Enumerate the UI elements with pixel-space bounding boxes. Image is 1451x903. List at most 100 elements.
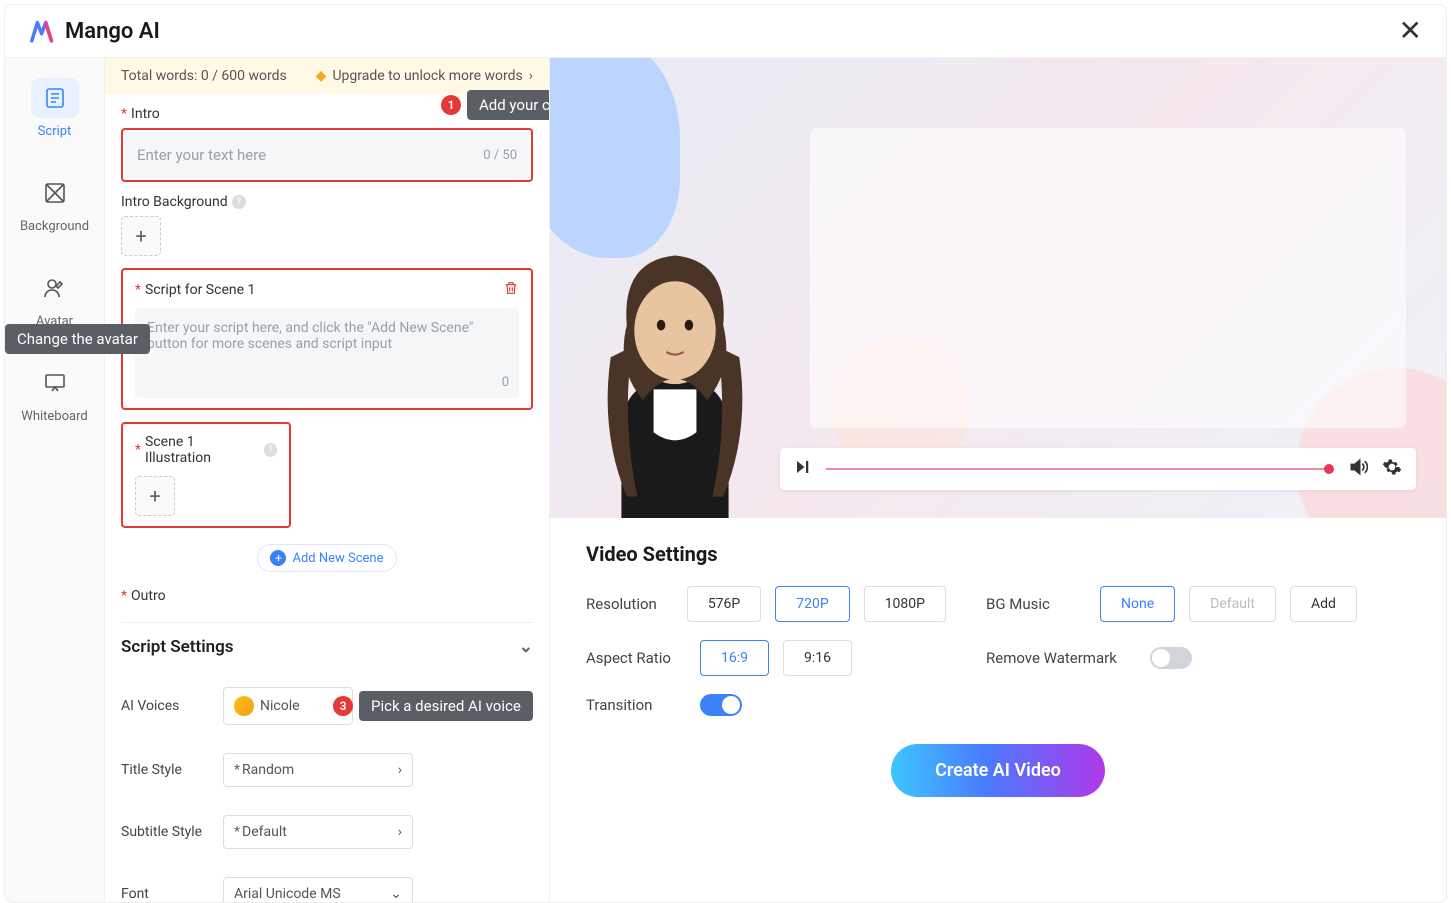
outro-label: *Outro [121, 588, 533, 604]
settings-icon[interactable] [1382, 457, 1402, 482]
annotation-label-1: Add your content [467, 90, 550, 120]
app-body: Script Background Avatar Whiteboard [5, 58, 1446, 902]
font-select[interactable]: Arial Unicode MS ⌄ [223, 877, 413, 902]
help-icon[interactable]: ? [264, 443, 277, 457]
app-header: Mango AI ✕ [5, 5, 1446, 58]
volume-icon[interactable] [1348, 457, 1368, 482]
script-settings-header[interactable]: Script Settings ⌄ [121, 622, 533, 667]
chevron-right-icon: › [529, 68, 533, 84]
subtitle-style-label: Subtitle Style [121, 824, 211, 840]
intro-char-count: 0 / 50 [483, 148, 517, 163]
outro-section: *Outro [121, 588, 533, 610]
intro-bg-section: Intro Background ? + [121, 194, 533, 256]
chevron-down-icon: ⌄ [390, 886, 402, 902]
avatar-figure [560, 218, 790, 518]
transition-toggle[interactable] [700, 694, 742, 716]
scene1-count: 0 [502, 375, 509, 390]
scene1-illustration-box: *Scene 1 Illustration ? + [121, 422, 291, 528]
total-words: Total words: 0 / 600 words [121, 68, 287, 84]
sidebar-label: Background [20, 219, 89, 234]
plus-circle-icon: + [270, 550, 286, 566]
add-intro-bg[interactable]: + [121, 216, 161, 256]
sidebar-label: Script [38, 124, 72, 139]
intro-input[interactable] [137, 146, 483, 164]
scene1-script-box: *Script for Scene 1 Enter your script he… [121, 268, 533, 410]
left-sidebar: Script Background Avatar Whiteboard [5, 58, 105, 902]
video-settings-title: Video Settings [586, 542, 1410, 566]
intro-bg-label: Intro Background ? [121, 194, 533, 210]
font-row: Font Arial Unicode MS ⌄ [121, 869, 533, 902]
upgrade-text: Upgrade to unlock more words [332, 68, 522, 84]
sidebar-item-whiteboard[interactable]: Whiteboard [5, 355, 104, 432]
annotation-1: 1 Add your content [441, 90, 550, 120]
subtitle-style-row: Subtitle Style *Default › [121, 807, 533, 857]
avatar-icon [43, 276, 67, 300]
add-new-scene-button[interactable]: + Add New Scene [257, 544, 396, 572]
resolution-576p[interactable]: 576P [687, 586, 761, 622]
logo-mark-icon [29, 17, 57, 45]
video-preview [550, 58, 1446, 518]
video-settings: Video Settings Resolution 576P 720P 1080… [550, 518, 1446, 821]
diamond-icon: ◆ [316, 68, 327, 84]
title-style-label: Title Style [121, 762, 211, 778]
close-button[interactable]: ✕ [1399, 17, 1422, 45]
font-label: Font [121, 886, 211, 902]
subtitle-style-select[interactable]: *Default › [223, 815, 413, 849]
annotation-3: 3 Pick a desired AI voice [333, 691, 533, 721]
preview-canvas [810, 128, 1406, 428]
script-icon [43, 86, 67, 110]
resolution-720p[interactable]: 720P [775, 586, 849, 622]
ai-voices-row: AI Voices Nicole 3 Pick a desired AI voi… [121, 679, 533, 733]
scene1-textarea[interactable]: Enter your script here, and click the "A… [135, 308, 519, 398]
player-bar [780, 448, 1416, 490]
bgmusic-none[interactable]: None [1100, 586, 1175, 622]
right-panel: Video Settings Resolution 576P 720P 1080… [550, 58, 1446, 902]
bgmusic-row: BG Music None Default Add [986, 586, 1410, 622]
form-area: 1 Add your content *Intro 0 / 50 [105, 94, 549, 902]
bgmusic-add[interactable]: Add [1290, 586, 1357, 622]
scene1-label: *Script for Scene 1 [135, 282, 255, 298]
chevron-right-icon: › [398, 762, 402, 778]
bgmusic-default[interactable]: Default [1189, 586, 1276, 622]
create-video-button[interactable]: Create AI Video [891, 744, 1105, 797]
aspect-label: Aspect Ratio [586, 649, 686, 667]
app-root: Mango AI ✕ Script Background Ava [4, 4, 1447, 903]
skip-next-icon[interactable] [794, 458, 812, 481]
transition-label: Transition [586, 696, 686, 714]
scene1-placeholder: Enter your script here, and click the "A… [147, 320, 473, 352]
chevron-down-icon: ⌄ [519, 637, 533, 657]
annotation-2: 2 Change the avatar [5, 324, 150, 354]
aspect-row: Aspect Ratio 16:9 9:16 [586, 640, 946, 676]
transition-row: Transition [586, 694, 946, 716]
main-area: Total words: 0 / 600 words ◆ Upgrade to … [105, 58, 1446, 902]
ai-voices-label: AI Voices [121, 698, 211, 714]
annotation-label-2: Change the avatar [5, 324, 150, 354]
sidebar-label: Whiteboard [21, 409, 87, 424]
annotation-badge-1: 1 [441, 95, 461, 115]
upgrade-link[interactable]: ◆ Upgrade to unlock more words › [316, 68, 533, 84]
bgmusic-label: BG Music [986, 595, 1086, 613]
help-icon[interactable]: ? [232, 195, 246, 209]
watermark-row: Remove Watermark [986, 647, 1410, 669]
intro-highlight: 0 / 50 [121, 128, 533, 182]
logo: Mango AI [29, 17, 160, 45]
background-icon [43, 181, 67, 205]
brand-name: Mango AI [65, 19, 160, 44]
whiteboard-icon [43, 371, 67, 395]
title-style-select[interactable]: *Random › [223, 753, 413, 787]
sidebar-item-script[interactable]: Script [5, 70, 104, 147]
resolution-1080p[interactable]: 1080P [864, 586, 946, 622]
watermark-toggle[interactable] [1150, 647, 1192, 669]
sidebar-item-background[interactable]: Background [5, 165, 104, 242]
add-scene-label: Add New Scene [292, 551, 383, 566]
aspect-9-16[interactable]: 9:16 [783, 640, 852, 676]
add-illustration[interactable]: + [135, 476, 175, 516]
aspect-16-9[interactable]: 16:9 [700, 640, 769, 676]
voice-avatar-icon [234, 696, 254, 716]
left-panel: Total words: 0 / 600 words ◆ Upgrade to … [105, 58, 550, 902]
progress-bar[interactable] [826, 468, 1334, 470]
scene1-illus-label: *Scene 1 Illustration ? [135, 434, 277, 466]
delete-scene-button[interactable] [503, 280, 519, 300]
trash-icon [503, 280, 519, 296]
annotation-label-3: Pick a desired AI voice [359, 691, 533, 721]
